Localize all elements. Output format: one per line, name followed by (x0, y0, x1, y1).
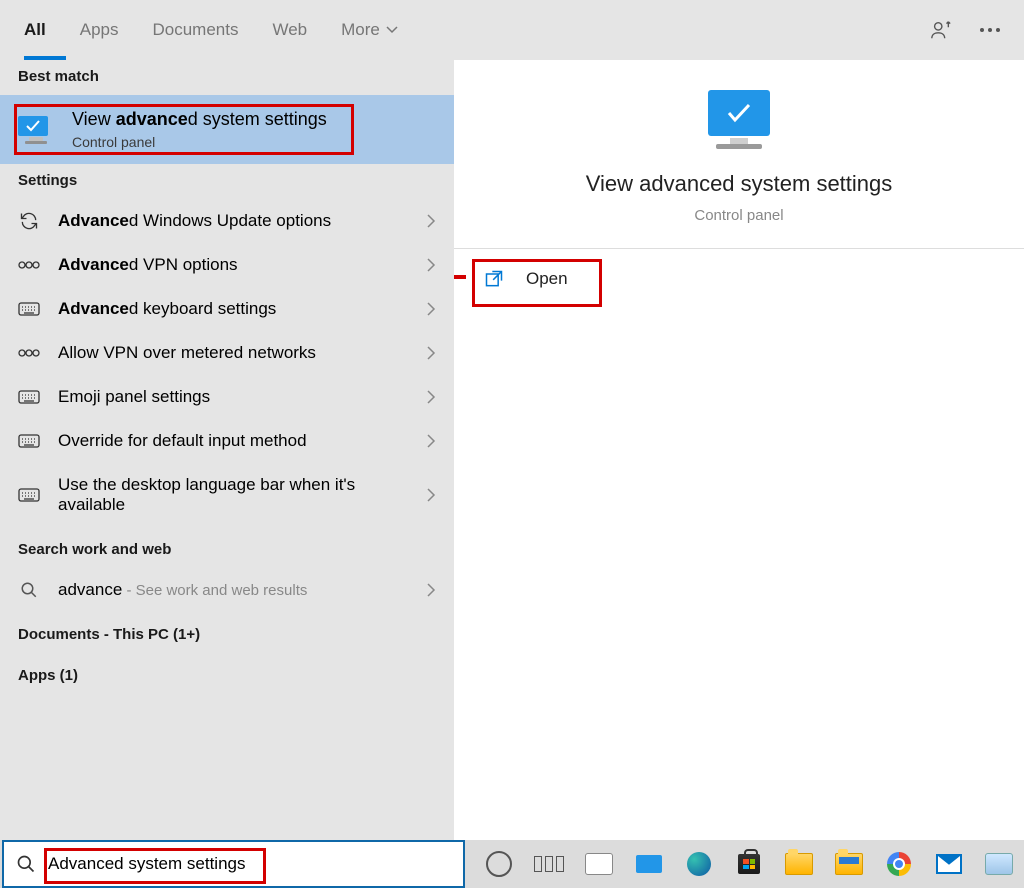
search-tabs: All Apps Documents Web More (0, 0, 1024, 60)
results-panel: Best match View advanced system settings… (0, 60, 454, 840)
document-icon (585, 853, 613, 875)
settings-item[interactable]: Advanced keyboard settings (0, 287, 454, 331)
folder-icon (785, 853, 813, 875)
settings-item-label: Advanced VPN options (58, 255, 408, 275)
taskbar-app-libreoffice[interactable] (579, 844, 619, 884)
section-search-web: Search work and web (0, 527, 454, 568)
edge-icon (687, 852, 711, 876)
settings-item[interactable]: Use the desktop language bar when it's a… (0, 463, 454, 527)
keyboard-icon (18, 434, 40, 448)
tab-row: All Apps Documents Web More (24, 20, 398, 40)
detail-subtitle: Control panel (694, 207, 783, 224)
open-icon (484, 269, 504, 289)
settings-item[interactable]: Advanced Windows Update options (0, 199, 454, 243)
chevron-right-icon (426, 487, 436, 503)
monitor-icon (708, 90, 770, 149)
chevron-right-icon (426, 257, 436, 273)
tab-more-label: More (341, 20, 380, 40)
taskbar-app-edge[interactable] (679, 844, 719, 884)
chrome-icon (887, 852, 911, 876)
tab-more[interactable]: More (341, 20, 398, 40)
keyboard-icon (18, 390, 40, 404)
chevron-right-icon (426, 345, 436, 361)
settings-item-label: Allow VPN over metered networks (58, 343, 408, 363)
refresh-icon (18, 211, 40, 231)
task-view-icon (534, 856, 564, 872)
best-match-item[interactable]: View advanced system settings Control pa… (0, 95, 454, 164)
best-match-text: View advanced system settings Control pa… (72, 109, 327, 150)
chevron-right-icon (426, 389, 436, 405)
active-tab-indicator (24, 56, 66, 60)
chevron-right-icon (426, 433, 436, 449)
store-icon (738, 854, 760, 874)
section-apps: Apps (1) (0, 653, 454, 694)
task-view-button[interactable] (529, 844, 569, 884)
settings-item[interactable]: Advanced VPN options (0, 243, 454, 287)
section-best-match: Best match (0, 60, 454, 95)
settings-item[interactable]: Emoji panel settings (0, 375, 454, 419)
mail-icon (936, 854, 962, 874)
taskbar-app-explorer-2[interactable] (829, 844, 869, 884)
web-search-item[interactable]: advance - See work and web results (0, 568, 454, 612)
detail-hero: View advanced system settings Control pa… (454, 60, 1024, 249)
taskbar-app-store[interactable] (729, 844, 769, 884)
search-icon (16, 854, 36, 874)
chevron-right-icon (426, 582, 436, 598)
tab-documents[interactable]: Documents (152, 20, 238, 40)
tab-web[interactable]: Web (272, 20, 307, 40)
cortana-button[interactable] (479, 844, 519, 884)
search-input[interactable] (46, 853, 451, 875)
settings-list: Advanced Windows Update options Advanced … (0, 199, 454, 527)
cortana-icon (486, 851, 512, 877)
taskbar (0, 840, 1024, 888)
taskbar-apps (467, 844, 1024, 884)
settings-item[interactable]: Allow VPN over metered networks (0, 331, 454, 375)
taskbar-app-explorer[interactable] (779, 844, 819, 884)
settings-item-label: Advanced Windows Update options (58, 211, 408, 231)
keyboard-icon (18, 488, 40, 502)
taskbar-search[interactable] (2, 840, 465, 888)
detail-title: View advanced system settings (586, 171, 893, 197)
detail-panel: View advanced system settings Control pa… (454, 60, 1024, 840)
taskbar-app-thispc[interactable] (629, 844, 669, 884)
taskbar-app-chrome[interactable] (879, 844, 919, 884)
chevron-right-icon (426, 213, 436, 229)
keyboard-icon (18, 302, 40, 316)
tab-all[interactable]: All (24, 20, 46, 40)
folder-icon (835, 853, 863, 875)
settings-item-label: Override for default input method (58, 431, 408, 451)
taskbar-app-mail[interactable] (929, 844, 969, 884)
chevron-down-icon (386, 26, 398, 34)
settings-item-label: Emoji panel settings (58, 387, 408, 407)
monitor-icon (636, 855, 662, 873)
vpn-icon (18, 258, 40, 272)
search-icon (20, 581, 38, 599)
open-action[interactable]: Open (454, 249, 1024, 309)
section-documents: Documents - This PC (1+) (0, 612, 454, 653)
settings-item-label: Use the desktop language bar when it's a… (58, 475, 408, 515)
open-label: Open (526, 269, 568, 289)
section-settings: Settings (0, 164, 454, 199)
chevron-right-icon (426, 301, 436, 317)
settings-item-label: Advanced keyboard settings (58, 299, 408, 319)
tab-apps[interactable]: Apps (80, 20, 119, 40)
taskbar-app-monitor[interactable] (979, 844, 1019, 884)
vpn-icon (18, 346, 40, 360)
more-options-icon[interactable] (980, 28, 1000, 32)
feedback-icon[interactable] (930, 19, 952, 41)
monitor-icon (18, 116, 54, 144)
chart-icon (985, 853, 1013, 875)
settings-item[interactable]: Override for default input method (0, 419, 454, 463)
